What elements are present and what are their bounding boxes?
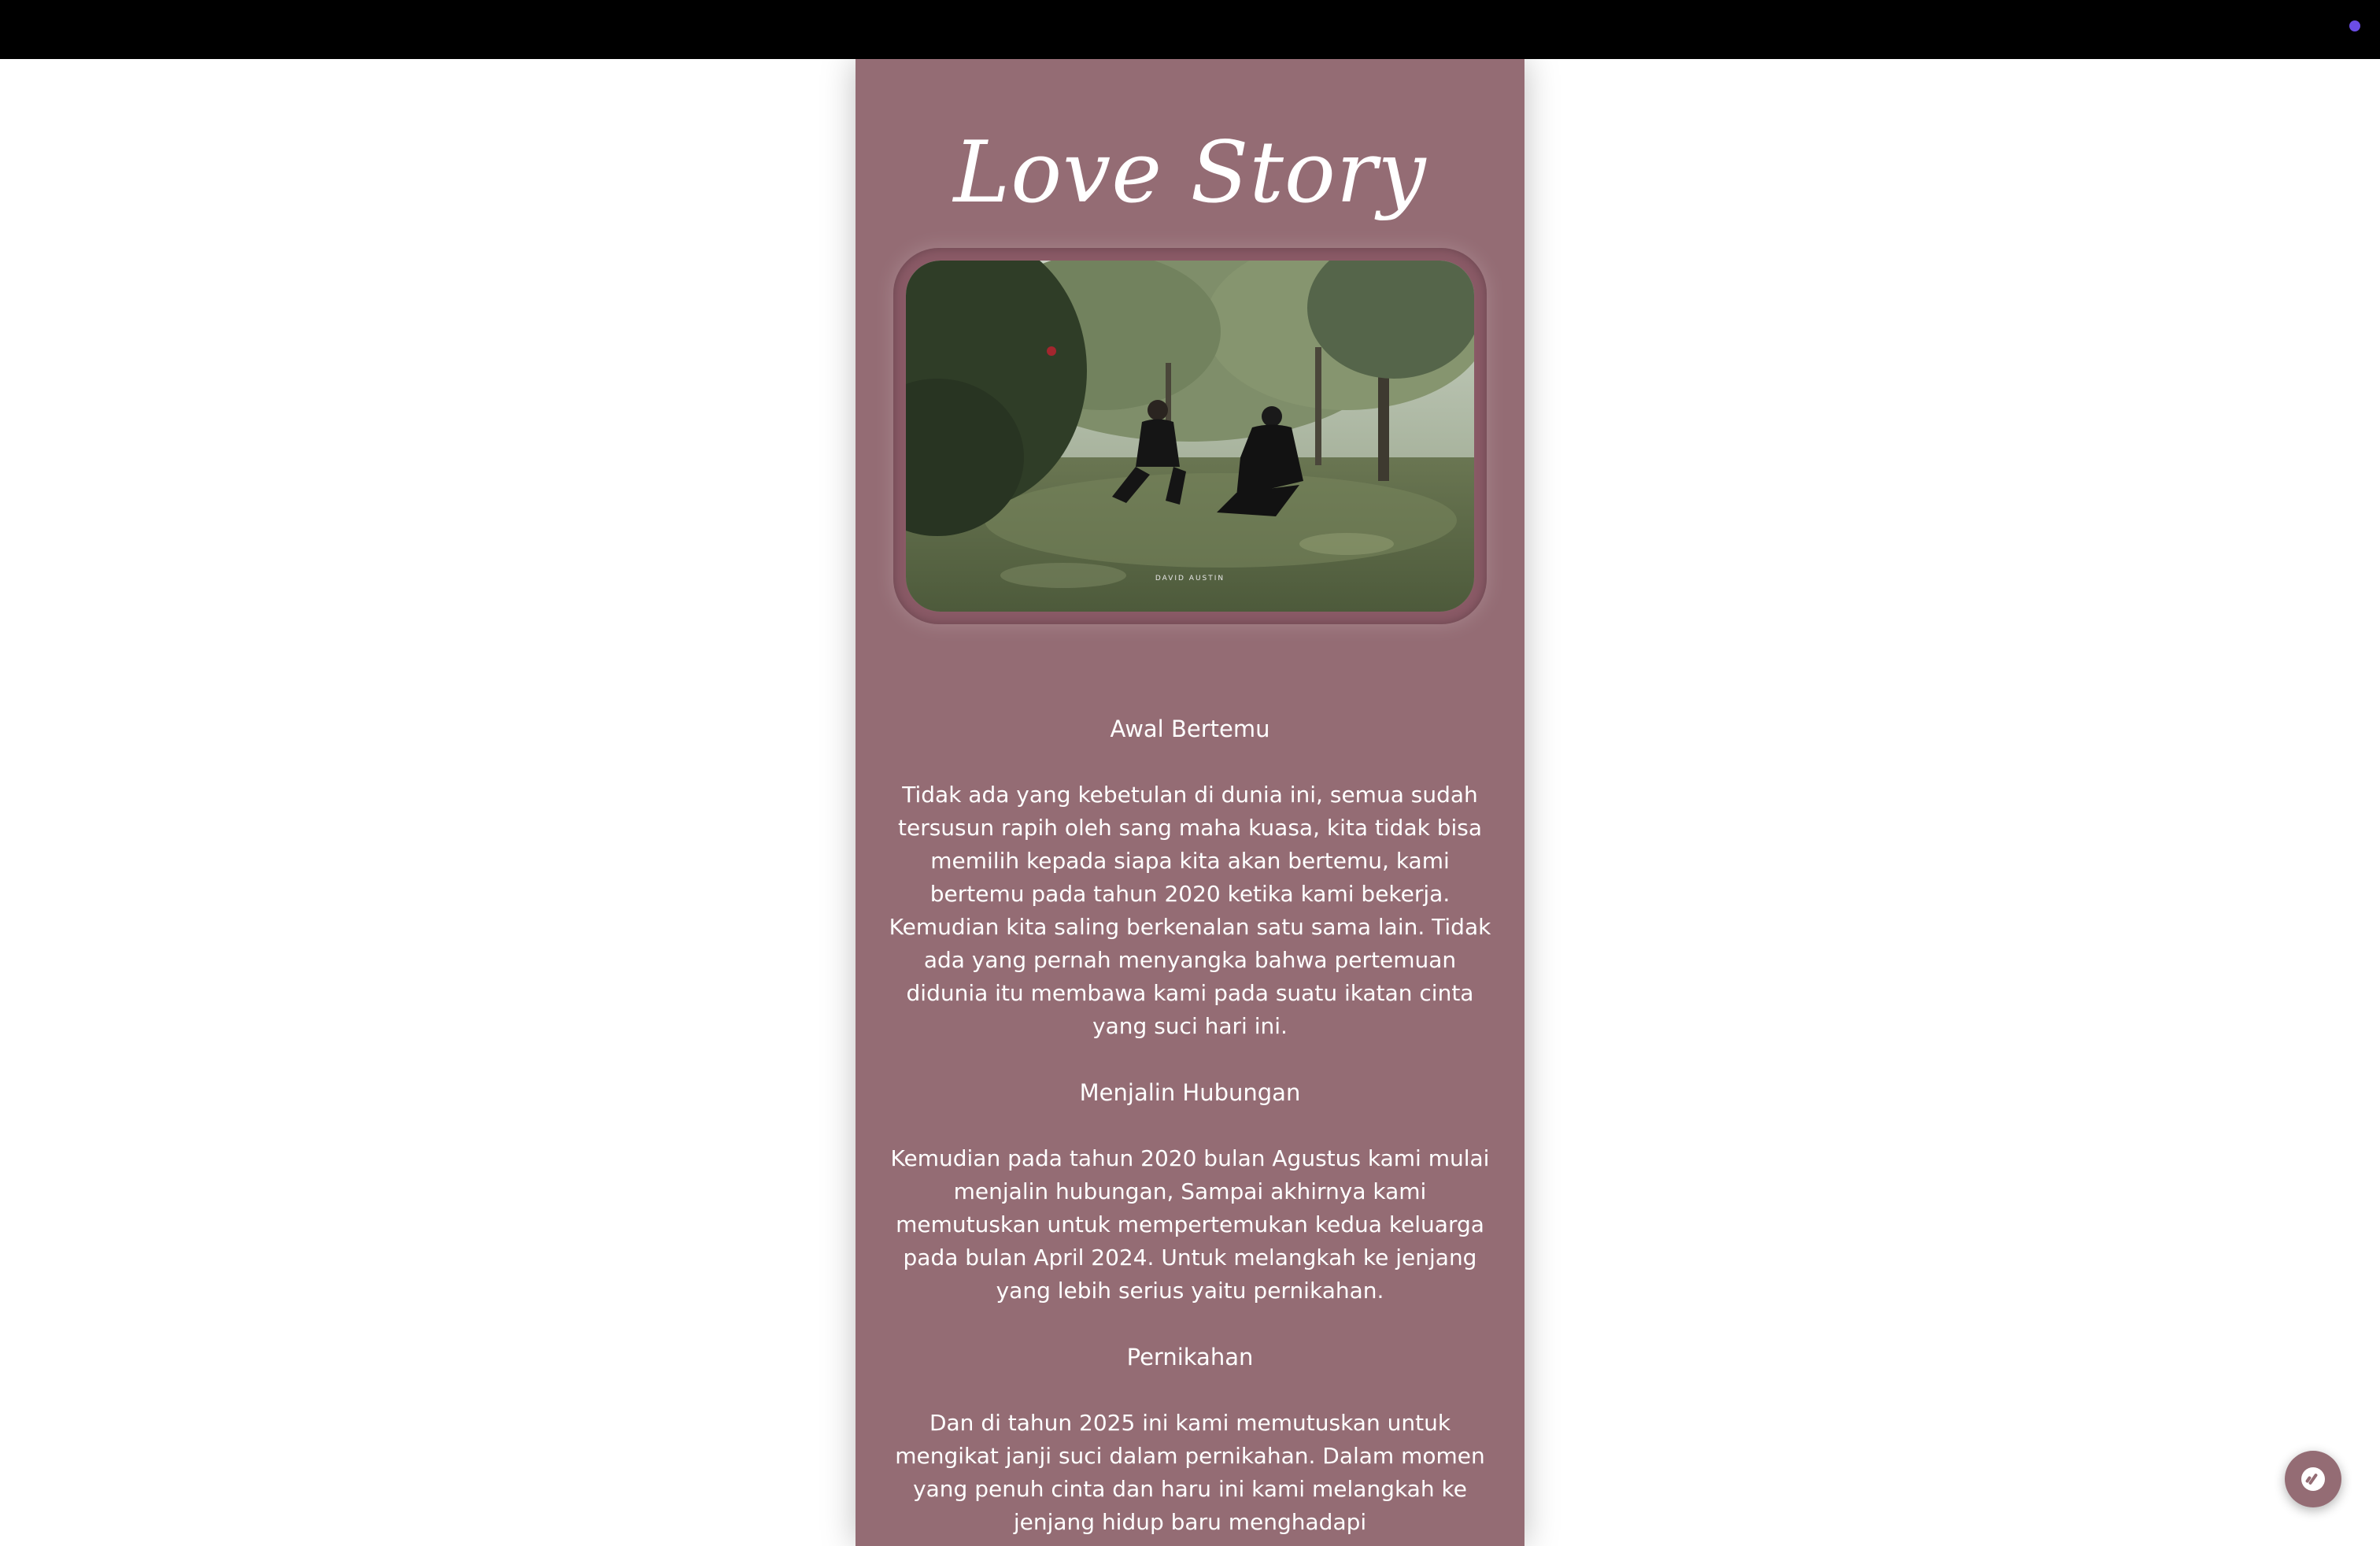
- section-heading-awal-bertemu: Awal Bertemu: [1110, 716, 1270, 742]
- photo-frame: DAVID AUSTIN: [893, 248, 1487, 624]
- music-toggle-button[interactable]: [2285, 1451, 2341, 1507]
- section-heading-menjalin-hubungan: Menjalin Hubungan: [1079, 1079, 1301, 1106]
- section-body-awal-bertemu: Tidak ada yang kebetulan di dunia ini, s…: [889, 782, 1491, 1039]
- section-body-menjalin-hubungan: Kemudian pada tahun 2020 bulan Agustus k…: [890, 1145, 1490, 1304]
- section-body-pernikahan: Dan di tahun 2025 ini kami memutuskan un…: [895, 1410, 1485, 1535]
- invitation-panel[interactable]: Love Story DAVID AUSTIN Awal Bertemu Tid…: [856, 59, 1524, 1546]
- love-story-title: Love Story: [953, 124, 1427, 222]
- photo-watermark: DAVID AUSTIN: [1155, 575, 1225, 583]
- top-bar: [0, 0, 2380, 59]
- section-heading-pernikahan: Pernikahan: [1126, 1344, 1254, 1370]
- couple-photo: DAVID AUSTIN: [906, 261, 1474, 612]
- couple-photo-image: DAVID AUSTIN: [906, 261, 1474, 612]
- music-disc-icon: [2301, 1467, 2325, 1491]
- status-indicator-dot: [2349, 20, 2360, 31]
